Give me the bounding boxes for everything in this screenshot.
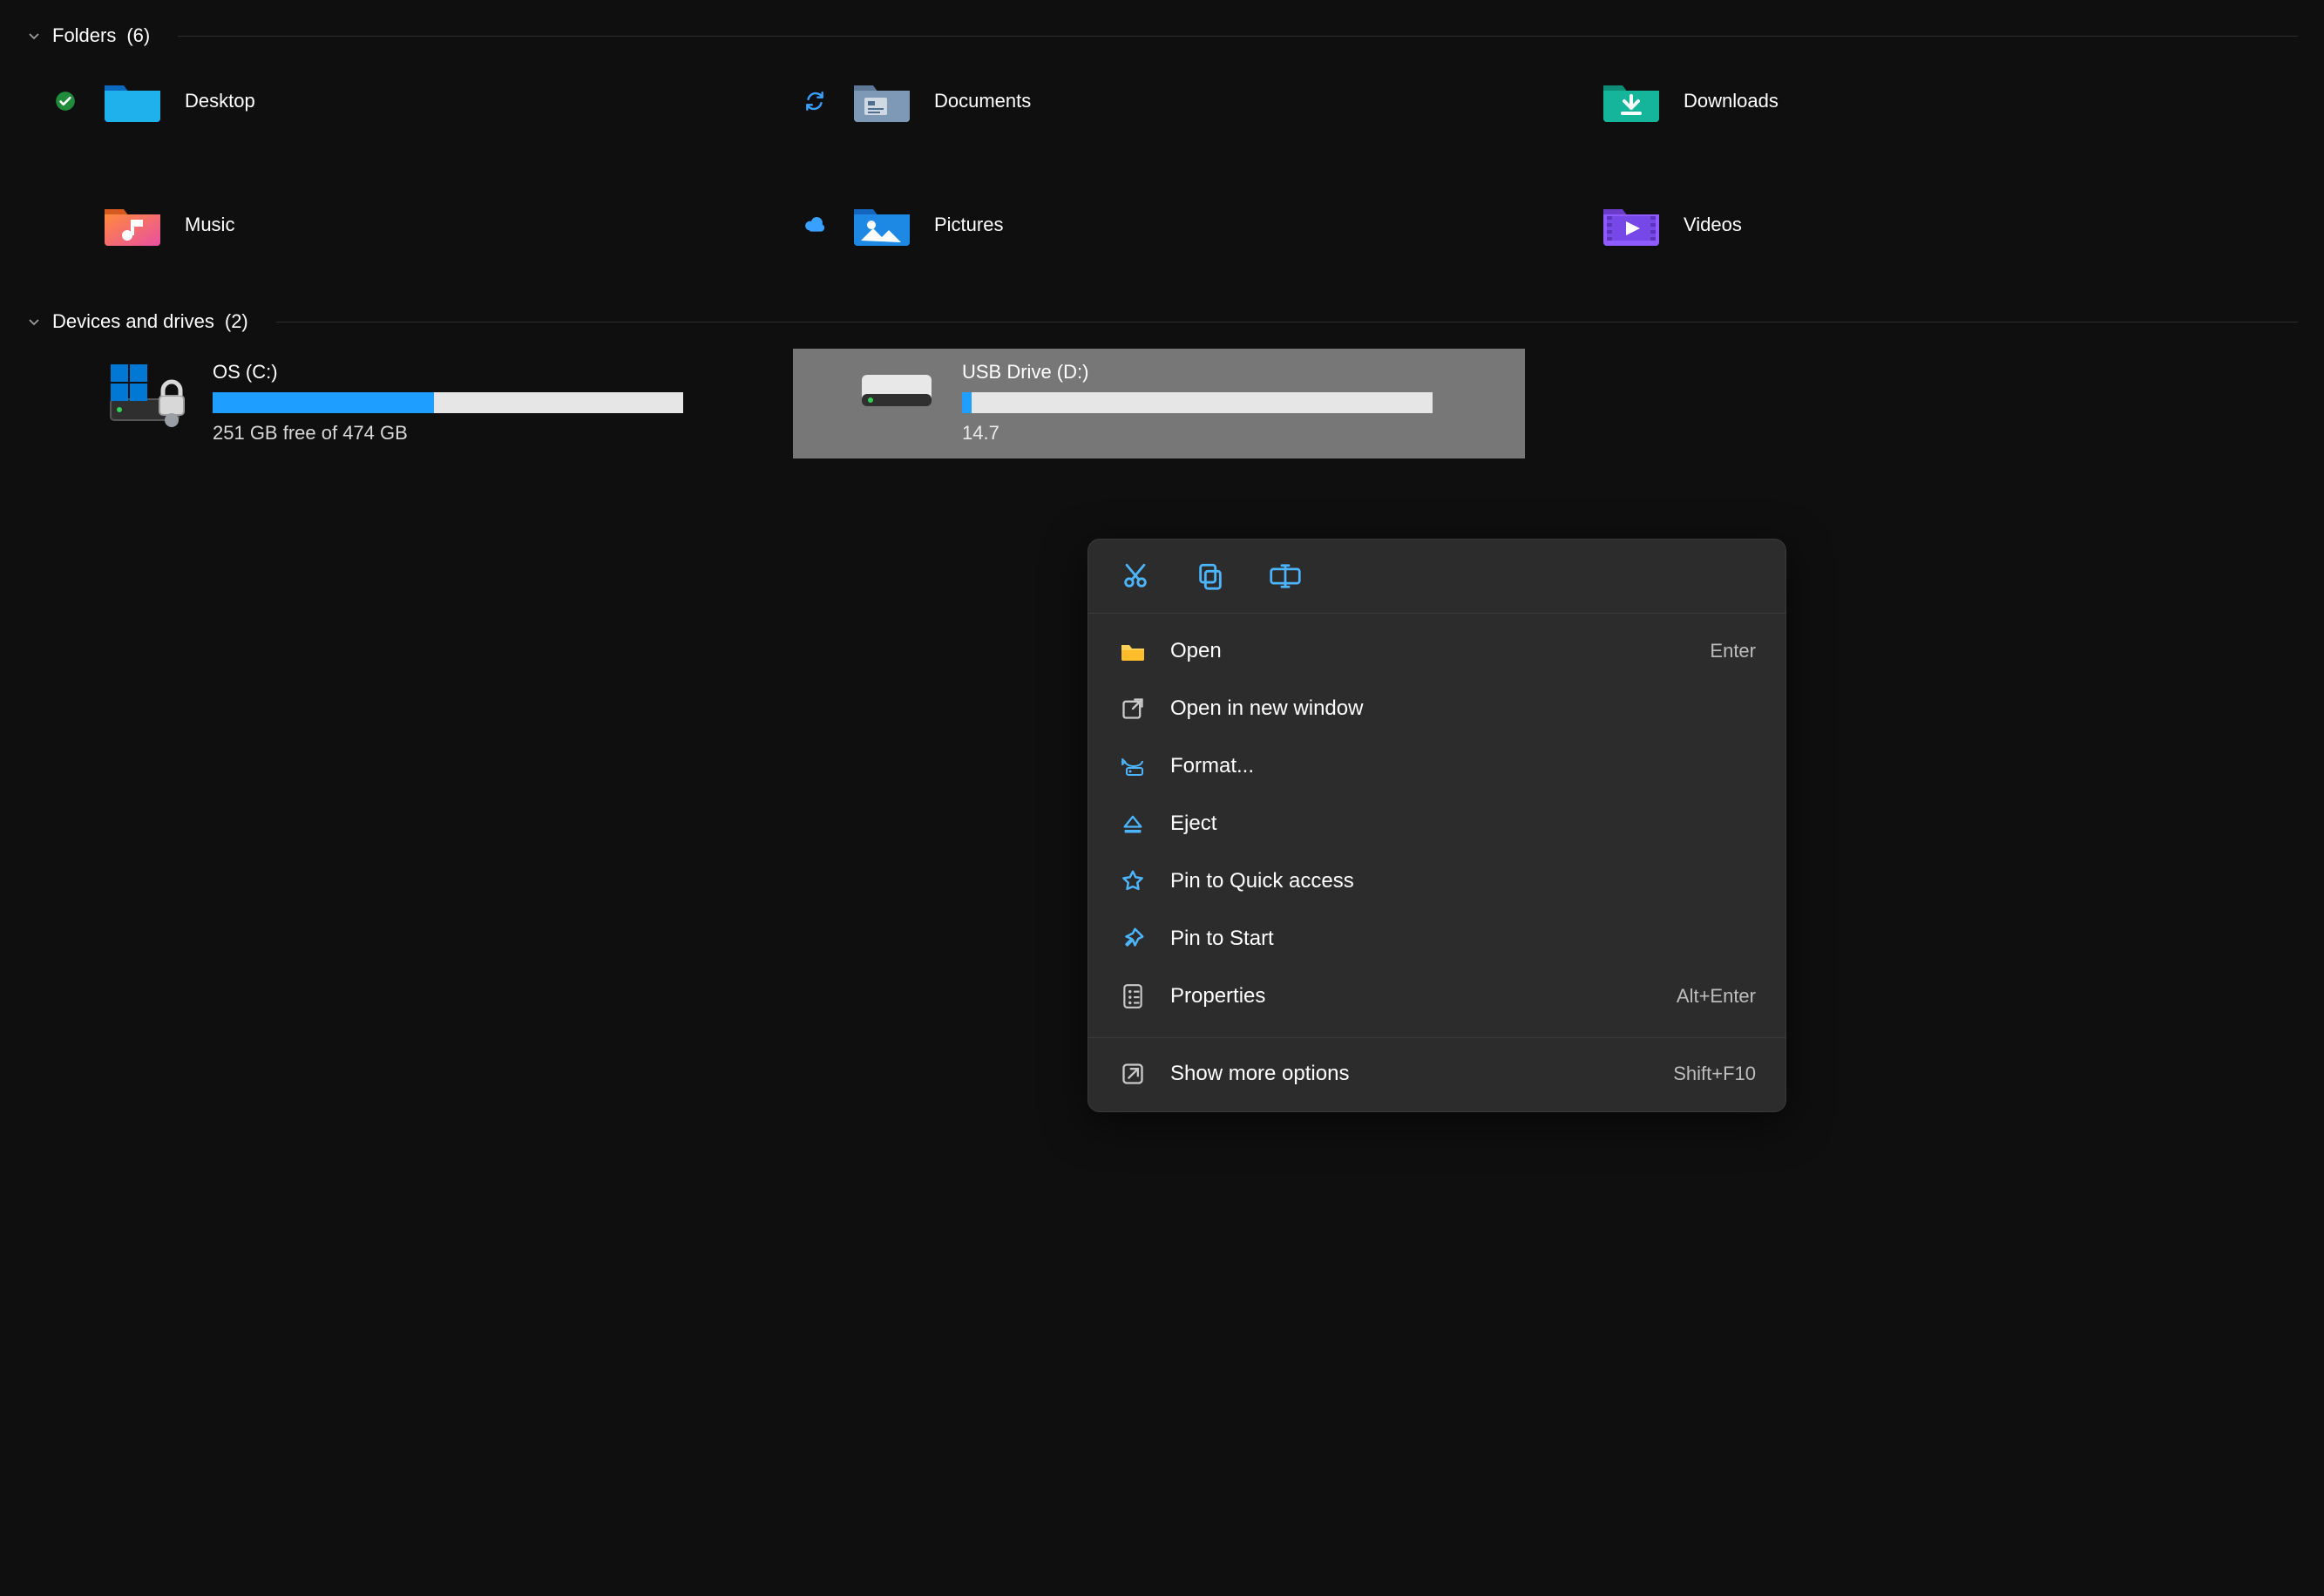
drive-usage-bar (213, 392, 683, 413)
drive-item-os-c[interactable]: OS (C:) 251 GB free of 474 GB (44, 349, 776, 458)
menu-item-properties[interactable]: Properties Alt+Enter (1088, 968, 1785, 1025)
menu-item-pin-quick-access[interactable]: Pin to Quick access (1088, 852, 1785, 910)
format-icon (1118, 751, 1148, 781)
divider (178, 36, 2298, 37)
menu-accel: Shift+F10 (1673, 1063, 1756, 1085)
menu-label: Eject (1170, 812, 1733, 836)
chevron-down-icon (26, 314, 42, 329)
open-new-window-icon (1118, 694, 1148, 723)
drive-name: OS (C:) (213, 361, 763, 384)
menu-label: Pin to Start (1170, 927, 1733, 951)
group-header-folders[interactable]: Folders (6) (17, 17, 2307, 63)
folder-label: Videos (1684, 214, 1742, 236)
folder-label: Documents (934, 90, 1031, 112)
folder-downloads-icon (1600, 77, 1663, 126)
show-more-icon (1118, 1059, 1148, 1089)
folders-grid: Desktop (17, 63, 2307, 289)
usb-drive-icon (857, 364, 940, 413)
copy-icon[interactable] (1193, 559, 1228, 594)
chevron-down-icon (26, 28, 42, 44)
drive-usage-fill (213, 392, 434, 413)
group-header-drives[interactable]: Devices and drives (2) (17, 289, 2307, 349)
drive-item-usb-d[interactable]: USB Drive (D:) 14.7 (793, 349, 1525, 458)
folder-pictures-icon (850, 200, 913, 249)
folder-desktop-icon (101, 77, 164, 126)
context-menu-more-list: Show more options Shift+F10 (1088, 1042, 1785, 1111)
menu-item-show-more-options[interactable]: Show more options Shift+F10 (1088, 1045, 1785, 1103)
menu-label: Pin to Quick access (1170, 869, 1733, 893)
folder-item-documents[interactable]: Documents (793, 63, 1525, 139)
menu-label: Show more options (1170, 1062, 1650, 1086)
folder-item-videos[interactable]: Videos (1542, 187, 2274, 263)
menu-item-eject[interactable]: Eject (1088, 795, 1785, 852)
folder-label: Pictures (934, 214, 1003, 236)
eject-icon (1118, 809, 1148, 839)
drive-free-text: 14.7 (962, 422, 1513, 445)
context-menu: Open Enter Open in new window Format... (1087, 539, 1786, 1112)
cut-icon[interactable] (1118, 559, 1153, 594)
drive-usage-fill (962, 392, 972, 413)
group-count-folders: (6) (126, 24, 150, 47)
drive-usage-bar (962, 392, 1433, 413)
sync-icon (803, 90, 826, 112)
cloud-icon (803, 216, 826, 234)
menu-accel: Enter (1710, 640, 1756, 662)
menu-label: Properties (1170, 984, 1654, 1009)
menu-item-format[interactable]: Format... (1088, 737, 1785, 795)
folder-videos-icon (1600, 200, 1663, 249)
properties-icon (1118, 981, 1148, 1011)
folder-documents-icon (850, 77, 913, 126)
pin-star-icon (1118, 866, 1148, 896)
menu-item-open-new-window[interactable]: Open in new window (1088, 680, 1785, 737)
rename-icon[interactable] (1268, 559, 1303, 594)
drives-grid: OS (C:) 251 GB free of 474 GB (17, 349, 2307, 458)
open-folder-icon (1118, 636, 1148, 666)
divider (276, 322, 2298, 323)
drive-name: USB Drive (D:) (962, 361, 1513, 384)
folder-item-desktop[interactable]: Desktop (44, 63, 776, 139)
synced-icon (54, 90, 77, 112)
context-menu-list: Open Enter Open in new window Format... (1088, 614, 1785, 1034)
menu-accel: Alt+Enter (1677, 985, 1756, 1008)
divider (1088, 1037, 1785, 1038)
group-title-drives: Devices and drives (52, 310, 214, 333)
menu-item-open[interactable]: Open Enter (1088, 622, 1785, 680)
pin-icon (1118, 924, 1148, 954)
context-menu-toolbar (1088, 540, 1785, 614)
menu-label: Open in new window (1170, 696, 1733, 721)
folder-item-downloads[interactable]: Downloads (1542, 63, 2274, 139)
group-count-drives: (2) (225, 310, 248, 333)
drive-free-text: 251 GB free of 474 GB (213, 422, 763, 445)
folder-label: Desktop (185, 90, 255, 112)
folder-item-pictures[interactable]: Pictures (793, 187, 1525, 263)
menu-label: Format... (1170, 754, 1733, 778)
folder-label: Downloads (1684, 90, 1779, 112)
folder-music-icon (101, 200, 164, 249)
menu-item-pin-to-start[interactable]: Pin to Start (1088, 910, 1785, 968)
folder-item-music[interactable]: Music (44, 187, 776, 263)
os-drive-icon (107, 364, 191, 431)
group-title-folders: Folders (52, 24, 116, 47)
folder-label: Music (185, 214, 234, 236)
menu-label: Open (1170, 639, 1687, 663)
